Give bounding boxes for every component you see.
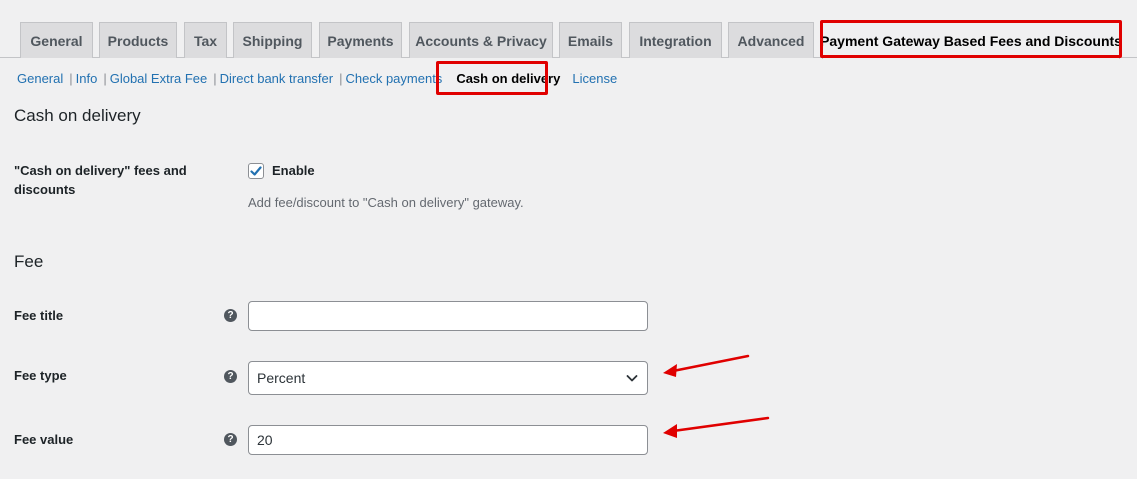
tab-emails[interactable]: Emails <box>559 22 622 58</box>
fee-title-input[interactable] <box>248 301 648 331</box>
question-circle-icon[interactable]: ? <box>224 433 237 446</box>
enable-row-label: "Cash on delivery" fees and discounts <box>14 161 187 199</box>
chevron-down-icon <box>626 375 638 382</box>
tab-shipping[interactable]: Shipping <box>233 22 312 58</box>
subnav-global-extra-fee[interactable]: Global Extra Fee <box>110 71 208 86</box>
tab-payment-gateway-fees[interactable]: Payment Gateway Based Fees and Discounts <box>820 22 1122 59</box>
subnav-license[interactable]: License <box>572 71 617 86</box>
tab-integration[interactable]: Integration <box>629 22 722 58</box>
settings-tab-bar: General Products Tax Shipping Payments A… <box>0 0 1137 59</box>
tab-tax[interactable]: Tax <box>184 22 227 58</box>
tab-accounts-privacy[interactable]: Accounts & Privacy <box>409 22 553 58</box>
sub-navigation: General | Info | Global Extra Fee | Dire… <box>17 69 617 87</box>
question-circle-icon[interactable]: ? <box>224 309 237 322</box>
subnav-direct-bank-transfer[interactable]: Direct bank transfer <box>220 71 333 86</box>
tab-payments[interactable]: Payments <box>319 22 402 58</box>
fee-title-label: Fee title <box>14 308 64 323</box>
subnav-check-payments[interactable]: Check payments <box>345 71 442 86</box>
subnav-info[interactable]: Info <box>76 71 98 86</box>
subnav-separator: | <box>213 70 217 86</box>
section-title: Cash on delivery <box>14 106 141 125</box>
subnav-separator: | <box>69 70 73 86</box>
annotation-arrow-icon <box>663 354 750 377</box>
fee-value-input[interactable] <box>248 425 648 455</box>
enable-label-line2: discounts <box>14 182 76 197</box>
subnav-separator: | <box>339 70 343 86</box>
checkmark-icon <box>250 166 262 176</box>
subnav-separator: | <box>103 70 107 86</box>
fee-section-title: Fee <box>14 252 44 271</box>
enable-label-line1: "Cash on delivery" fees and <box>14 163 187 178</box>
fee-value-label: Fee value <box>14 432 74 447</box>
enable-checkbox[interactable] <box>248 163 264 179</box>
subnav-general[interactable]: General <box>17 71 63 86</box>
enable-checkbox-label[interactable]: Enable <box>272 163 315 178</box>
fee-type-selected-value: Percent <box>257 370 306 386</box>
fee-type-label: Fee type <box>14 368 67 383</box>
fee-type-select[interactable]: Percent <box>248 361 648 395</box>
question-circle-icon[interactable]: ? <box>224 370 237 383</box>
annotation-arrow-icon <box>663 416 770 438</box>
enable-description: Add fee/discount to "Cash on delivery" g… <box>248 195 524 210</box>
tab-general[interactable]: General <box>20 22 93 58</box>
subnav-cash-on-delivery[interactable]: Cash on delivery <box>456 71 560 86</box>
tab-products[interactable]: Products <box>99 22 177 58</box>
tab-advanced[interactable]: Advanced <box>728 22 814 58</box>
